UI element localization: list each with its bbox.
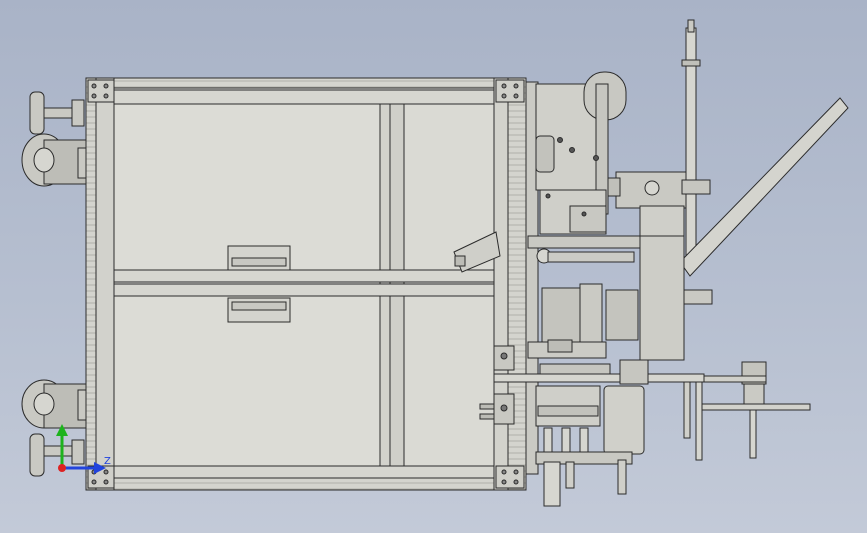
triad-z-label: Z — [104, 456, 111, 467]
caster-bottom — [21, 379, 89, 477]
main-frame — [85, 77, 527, 491]
triad-origin — [58, 464, 66, 472]
machine-drawing: Z — [21, 19, 849, 507]
cad-viewport[interactable]: Z — [0, 0, 867, 533]
caster-top — [21, 91, 89, 187]
